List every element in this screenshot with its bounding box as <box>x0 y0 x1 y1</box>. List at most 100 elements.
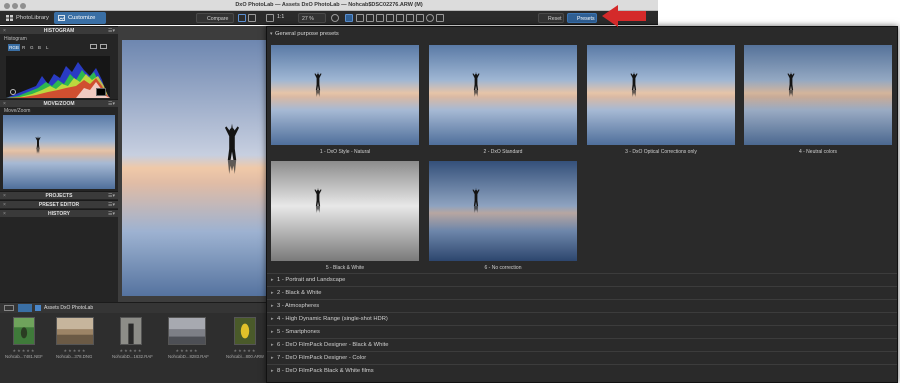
crop-view-icon[interactable] <box>266 14 274 22</box>
preset-thumbnail <box>271 161 419 261</box>
preset-card[interactable]: 1 - DxO Style - Natural <box>271 45 419 159</box>
palette-menu-icon[interactable]: ☰▾ <box>108 100 115 108</box>
preset-label: 1 - DxO Style - Natural <box>319 149 371 155</box>
color-swatch <box>96 88 106 96</box>
histogram-title: HISTOGRAM <box>43 28 75 34</box>
film-thumb[interactable]: ★★★★★ Nohcab...378.DNG <box>56 317 94 361</box>
preset-thumbnail <box>429 161 577 261</box>
rating-stars[interactable]: ★★★★★ <box>112 348 150 353</box>
local-adjustments-icon[interactable] <box>406 14 414 22</box>
hand-tool-icon[interactable] <box>345 14 353 22</box>
preset-category[interactable]: ▸ 7 - DxO FilmPack Designer - Color <box>267 351 897 364</box>
horizon-tool-icon[interactable] <box>366 14 374 22</box>
eye-preview-icon[interactable] <box>426 14 434 22</box>
thumb-filename: NohcabD...1632.RAF <box>112 354 153 359</box>
chevron-right-icon: ▸ <box>271 277 274 283</box>
zoom-percent-select[interactable]: 27 % <box>298 13 326 23</box>
preset-thumbnail <box>271 45 419 145</box>
preset-category[interactable]: ▸ 3 - Atmospheres <box>267 299 897 312</box>
red-eye-tool-icon[interactable] <box>386 14 394 22</box>
palette-menu-icon[interactable]: ☰▾ <box>108 192 115 200</box>
monitor-icon[interactable] <box>90 44 97 49</box>
crop-tool-icon[interactable] <box>356 14 364 22</box>
projects-title: PROJECTS <box>45 193 73 199</box>
close-palette-icon[interactable]: × <box>3 201 6 209</box>
move-zoom-navigator[interactable] <box>3 115 115 189</box>
perspective-tool-icon[interactable] <box>376 14 384 22</box>
filmstrip: Assets DxO PhotoLab ★★★★★ Nohcab...7481.… <box>0 302 268 383</box>
split-view-icon[interactable] <box>248 14 256 22</box>
channel-r[interactable]: R <box>22 44 25 51</box>
preset-category[interactable]: ▸ 5 - Smartphones <box>267 325 897 338</box>
reset-button[interactable]: Reset <box>538 13 564 23</box>
rating-stars[interactable]: ★★★★★ <box>56 348 94 353</box>
preset-category[interactable]: ▸ 8 - DxO FilmPack Black & White films <box>267 364 897 377</box>
filmstrip-toolbar: Assets DxO PhotoLab <box>0 303 268 313</box>
preset-card[interactable]: 4 - Neutral colors <box>744 45 892 159</box>
tab-photolibrary[interactable]: PhotoLibrary <box>2 12 55 24</box>
channel-rgb[interactable]: RGB <box>8 44 20 51</box>
presets-panel: ▾ General purpose presets 1 - DxO Style … <box>266 26 898 383</box>
image-viewer[interactable] <box>118 26 268 302</box>
more-tools-icon[interactable] <box>436 14 444 22</box>
general-presets-header[interactable]: ▾ General purpose presets <box>267 27 897 40</box>
palette-menu-icon[interactable]: ☰▾ <box>108 210 115 218</box>
palette-menu-icon[interactable]: ☰▾ <box>108 27 115 35</box>
preset-editor-title: PRESET EDITOR <box>38 202 80 208</box>
channel-selector: RGB R G B L <box>8 44 68 51</box>
preset-label: 6 - No correction <box>484 265 522 271</box>
film-thumb[interactable]: ★★★★★ Nohcab\...800.ARW <box>226 317 264 361</box>
filmstrip-folder-label: Assets DxO PhotoLab <box>44 305 94 311</box>
film-thumb[interactable]: ★★★★★ NohcabD...8283.RAF <box>168 317 209 361</box>
main-toolbar: PhotoLibrary Customize Compare 1:1 27 % <box>0 11 658 25</box>
rating-stars[interactable]: ★★★★★ <box>168 348 206 353</box>
magnifier-icon[interactable] <box>331 14 339 22</box>
repair-tool-icon[interactable] <box>396 14 404 22</box>
presets-label: Presets <box>577 16 595 22</box>
palette-menu-icon[interactable]: ☰▾ <box>108 201 115 209</box>
category-label: 1 - Portrait and Landscape <box>277 277 346 283</box>
close-palette-icon[interactable]: × <box>3 192 6 200</box>
chevron-right-icon: ▸ <box>271 368 274 374</box>
close-palette-icon[interactable]: × <box>3 210 6 218</box>
history-palette-header[interactable]: × HISTORY ☰▾ <box>0 209 118 217</box>
chevron-right-icon: ▸ <box>271 329 274 335</box>
preset-category[interactable]: ▸ 2 - Black & White <box>267 286 897 299</box>
left-palette-panel: × HISTOGRAM ☰▾ Histogram RGB R G B L × M… <box>0 26 118 302</box>
single-view-icon[interactable] <box>238 14 246 22</box>
preset-card[interactable]: 2 - DxO Standard <box>429 45 577 159</box>
main-image[interactable] <box>122 40 268 296</box>
channel-b[interactable]: B <box>38 44 41 51</box>
preset-category[interactable]: ▸ 1 - Portrait and Landscape <box>267 273 897 286</box>
compare-button[interactable]: Compare <box>196 13 234 23</box>
refresh-icon[interactable] <box>10 89 16 95</box>
tab-customize-label: Customize <box>68 15 96 21</box>
move-zoom-palette-header[interactable]: × MOVE/ZOOM ☰▾ <box>0 99 118 107</box>
folder-icon <box>35 305 41 311</box>
chevron-right-icon: ▸ <box>271 342 274 348</box>
rating-stars[interactable]: ★★★★★ <box>226 348 264 353</box>
preset-card[interactable]: 3 - DxO Optical Corrections only <box>587 45 735 159</box>
channel-g[interactable]: G <box>30 44 34 51</box>
preset-card[interactable]: 6 - No correction <box>429 161 577 275</box>
tab-customize[interactable]: Customize <box>54 12 106 24</box>
preset-editor-palette-header[interactable]: × PRESET EDITOR ☰▾ <box>0 200 118 208</box>
rating-stars[interactable]: ★★★★★ <box>5 348 43 353</box>
thumb-image <box>168 317 206 345</box>
presets-button[interactable]: Presets <box>567 13 597 23</box>
channel-l[interactable]: L <box>46 44 49 51</box>
preset-category[interactable]: ▸ 4 - High Dynamic Range (single-shot HD… <box>267 312 897 325</box>
preset-category[interactable]: ▸ 6 - DxO FilmPack Designer - Black & Wh… <box>267 338 897 351</box>
projects-palette-header[interactable]: × PROJECTS ☰▾ <box>0 191 118 199</box>
clipping-icon[interactable] <box>100 44 107 49</box>
filter-icon[interactable] <box>4 305 14 311</box>
histogram-palette-header[interactable]: × HISTOGRAM ☰▾ <box>0 26 118 34</box>
close-palette-icon[interactable]: × <box>3 100 6 108</box>
film-thumb[interactable]: ★★★★★ Nohcab...7481.NEF <box>5 317 43 361</box>
preset-card[interactable]: 5 - Black & White <box>271 161 419 275</box>
watermark-tool-icon[interactable] <box>416 14 424 22</box>
zoom-ratio[interactable]: 1:1 <box>277 14 284 20</box>
view-mode-icon[interactable] <box>18 304 32 312</box>
close-palette-icon[interactable]: × <box>3 27 6 35</box>
film-thumb[interactable]: ★★★★★ NohcabD...1632.RAF <box>112 317 153 361</box>
